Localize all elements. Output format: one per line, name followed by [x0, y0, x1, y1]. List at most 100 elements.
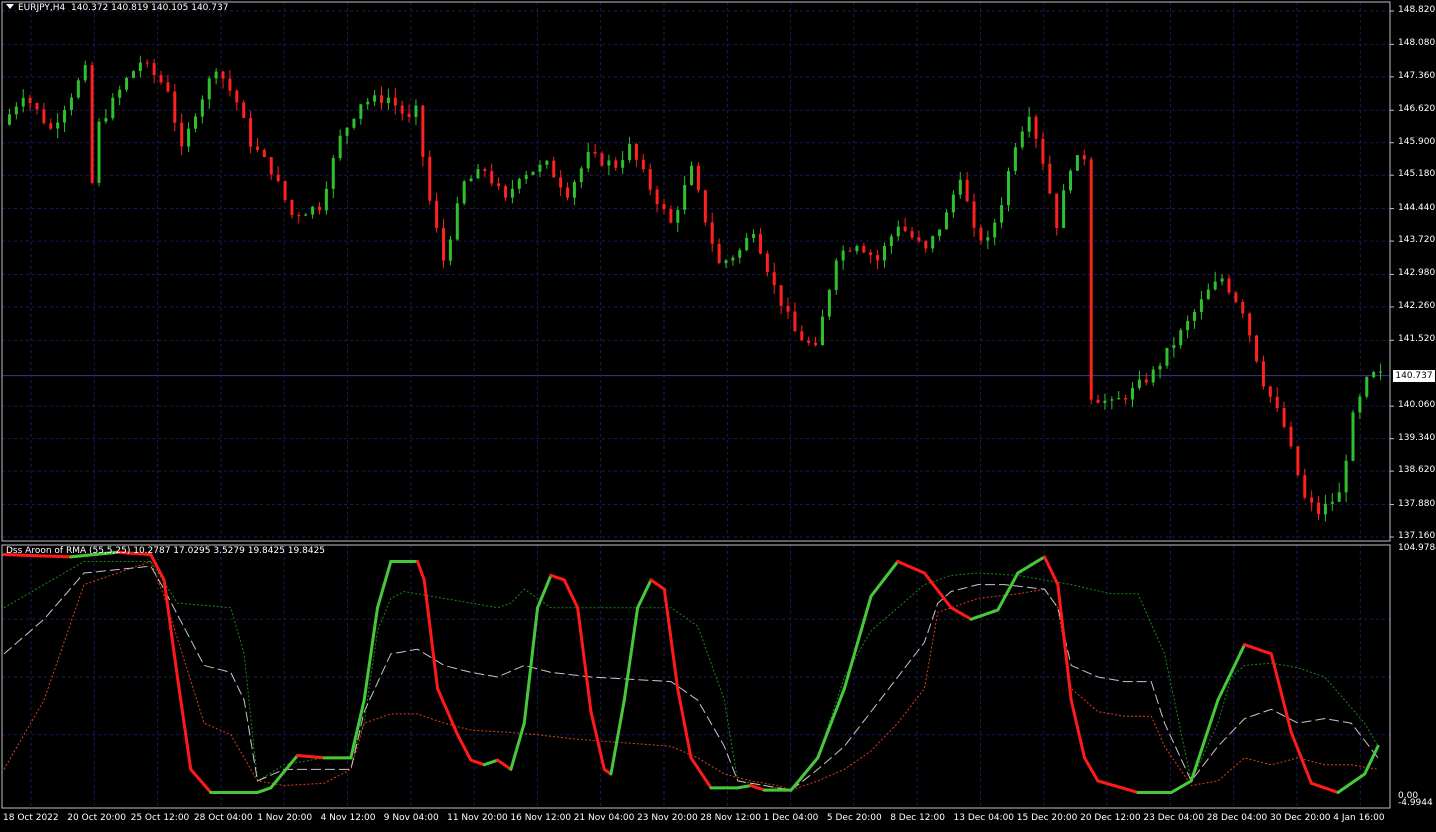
- panel-frames: [1, 1, 1394, 809]
- candle-body: [455, 203, 459, 240]
- time-tick-label: 28 Nov 12:00: [700, 813, 761, 823]
- candle-body: [1158, 365, 1162, 370]
- signal-line-segment: [519, 721, 526, 737]
- indicator-title: Dss Aroon of RMA (55,5,25) 10.2787 17.02…: [6, 546, 326, 556]
- price-tick-label: 137.880: [1398, 498, 1436, 509]
- signal-line-segment: [579, 632, 586, 662]
- time-tick-label: 20 Dec 12:00: [1080, 813, 1141, 823]
- candle-body: [1379, 371, 1383, 373]
- signal-line-segment: [676, 687, 683, 708]
- candle-body: [14, 106, 18, 115]
- candle-body: [731, 257, 735, 261]
- candle-body: [138, 62, 142, 72]
- signal-line-segment: [162, 578, 169, 606]
- signal-line-segment: [1189, 769, 1197, 783]
- candle-body: [1372, 372, 1376, 378]
- candle-body: [834, 260, 838, 290]
- candle-body: [1351, 412, 1355, 461]
- candle-body: [476, 169, 480, 179]
- indicator-panel-frame: [1, 544, 1391, 809]
- candle-body: [1082, 155, 1086, 160]
- candle-body: [152, 63, 156, 76]
- candle-body: [290, 199, 294, 216]
- candle-body: [607, 160, 611, 166]
- candle-body: [545, 160, 549, 165]
- candle-body: [1303, 475, 1307, 498]
- signal-line-segment: [852, 640, 860, 656]
- candle-body: [841, 250, 845, 261]
- candle-body: [187, 128, 191, 147]
- signal-line-segment: [686, 738, 693, 760]
- signal-line-segment: [1193, 759, 1200, 773]
- candle-body: [366, 101, 370, 105]
- candle-body: [910, 231, 914, 238]
- candle-body: [49, 123, 53, 129]
- candle-body: [118, 89, 122, 98]
- signal-line-segment: [846, 663, 853, 679]
- candle-body: [1144, 379, 1148, 383]
- candle-body: [125, 77, 129, 90]
- candle-body: [63, 110, 67, 123]
- candle-body: [166, 82, 170, 92]
- signal-line-segment: [175, 675, 183, 702]
- candle-body: [490, 171, 494, 184]
- signal-line-segment: [356, 713, 363, 731]
- price-tick-label: 142.980: [1398, 268, 1436, 279]
- signal-line-segment: [849, 652, 856, 667]
- candle-body: [600, 153, 604, 166]
- ohlc-values: 140.372 140.819 140.105 140.737: [71, 3, 229, 13]
- candle-body: [1000, 205, 1004, 223]
- candle-body: [1124, 397, 1128, 400]
- price-tick-label: 143.720: [1398, 235, 1436, 246]
- main-chart-header[interactable]: EURJPY,H4 140.372 140.819 140.105 140.73…: [6, 3, 228, 13]
- candle-body: [1296, 446, 1300, 476]
- candle-body: [345, 127, 349, 136]
- signal-line-segment: [1069, 698, 1077, 717]
- candle-body: [614, 160, 618, 168]
- candle-body: [779, 285, 783, 306]
- candle-body: [752, 234, 756, 238]
- signal-line-segment: [185, 744, 193, 771]
- signal-line-segment: [609, 754, 616, 776]
- price-tick-label: 141.520: [1398, 334, 1436, 345]
- candle-body: [180, 122, 184, 147]
- indicator-scale-top: 104.9784: [1398, 543, 1436, 553]
- candle-body: [1186, 320, 1190, 331]
- price-tick-label: 146.620: [1398, 104, 1436, 115]
- candle-body: [1193, 311, 1197, 321]
- candle-body: [772, 272, 776, 286]
- signal-line-segment: [1196, 749, 1203, 763]
- candle-body: [352, 118, 356, 128]
- signal-line-segment: [1079, 741, 1087, 760]
- candle-body: [317, 206, 321, 211]
- candle-body: [56, 122, 60, 129]
- candle-body: [407, 113, 411, 117]
- price-tick-label: 144.440: [1398, 202, 1436, 213]
- candle-body: [1055, 193, 1059, 229]
- signal-line-segment: [1203, 728, 1210, 742]
- signal-line-segment: [1286, 717, 1293, 734]
- candle-body: [1255, 335, 1259, 362]
- candle-body: [793, 311, 797, 332]
- candle-body: [1206, 289, 1210, 300]
- current-price-tag: 140.737: [1393, 370, 1435, 382]
- candle-body: [28, 97, 32, 104]
- time-tick-label: 23 Dec 04:00: [1143, 813, 1204, 823]
- candle-body: [951, 194, 955, 213]
- candle-body: [1330, 501, 1334, 504]
- signal-line-segment: [172, 651, 179, 679]
- candle-body: [214, 71, 218, 79]
- signal-line-segment: [1199, 738, 1207, 753]
- time-tick-label: 28 Oct 04:00: [193, 813, 253, 823]
- collapse-triangle-icon[interactable]: [6, 4, 14, 9]
- candle-body: [917, 237, 921, 242]
- candle-body: [1344, 460, 1348, 493]
- candle-body: [993, 222, 997, 238]
- signal-line-segment: [682, 721, 690, 742]
- candle-body: [641, 159, 645, 170]
- signal-line-segment: [376, 594, 383, 610]
- candle-body: [1248, 313, 1252, 336]
- candle-body: [958, 179, 962, 195]
- candle-body: [827, 289, 831, 317]
- signal-line-segment: [1063, 640, 1070, 673]
